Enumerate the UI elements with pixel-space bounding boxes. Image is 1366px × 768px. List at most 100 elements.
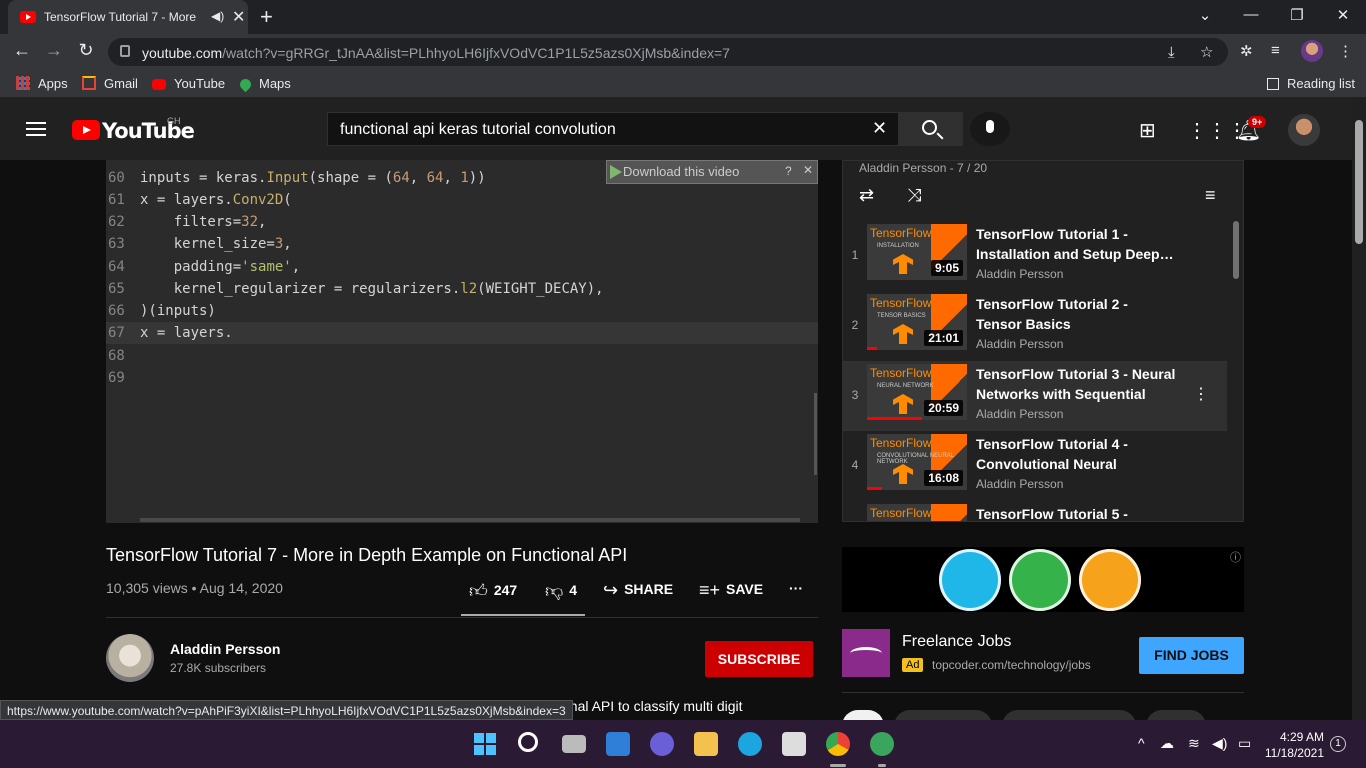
volume-icon[interactable]: ◀) bbox=[1212, 735, 1227, 752]
notification-count-badge[interactable]: 1 bbox=[1330, 736, 1346, 752]
install-icon[interactable]: ⤓ bbox=[1168, 44, 1175, 61]
playlist-scrollbar[interactable] bbox=[1233, 221, 1239, 279]
notification-badge: 9+ bbox=[1248, 116, 1267, 128]
ad-title[interactable]: Freelance Jobs bbox=[902, 633, 1011, 651]
search-input[interactable]: functional api keras tutorial convolutio… bbox=[327, 112, 899, 146]
playlist-item-hovered[interactable]: 3 TensorFlow NEURAL NETWORK 20:59 Tensor… bbox=[843, 361, 1227, 431]
search-button[interactable] bbox=[899, 112, 963, 146]
close-window-button[interactable]: ✕ bbox=[1333, 6, 1353, 24]
advertiser-logo[interactable] bbox=[842, 629, 890, 677]
bookmark-gmail[interactable]: Gmail bbox=[82, 76, 138, 91]
search-icon bbox=[922, 120, 937, 135]
shuffle-icon[interactable]: ⤨ bbox=[907, 185, 921, 206]
reading-list[interactable]: Reading list bbox=[1267, 76, 1355, 91]
bookmark-star-icon[interactable]: ☆ bbox=[1200, 43, 1213, 61]
windows-start-icon[interactable] bbox=[474, 733, 496, 755]
duration-badge: 20:59 bbox=[924, 400, 963, 416]
save-button[interactable]: ≡+ SAVE bbox=[699, 580, 763, 601]
playlist-item[interactable]: 2 TensorFlow TENSOR BASICS 21:01 TensorF… bbox=[843, 291, 1227, 361]
voice-search-button[interactable] bbox=[970, 112, 1010, 146]
video-player[interactable]: 60 inputs = keras.Input(shape = (64, 64, … bbox=[106, 160, 818, 523]
menu-kebab-icon[interactable]: ⋮ bbox=[1338, 42, 1353, 60]
edge-icon[interactable] bbox=[738, 732, 762, 756]
store-icon[interactable] bbox=[782, 732, 806, 756]
restore-button[interactable]: ❐ bbox=[1287, 6, 1307, 24]
lock-icon bbox=[120, 45, 130, 57]
search-icon[interactable] bbox=[518, 732, 538, 752]
playlist-item[interactable]: 1 TensorFlow INSTALLATION 9:05 TensorFlo… bbox=[843, 221, 1227, 291]
editor-vertical-scrollbar[interactable] bbox=[814, 393, 817, 475]
bookmark-maps[interactable]: Maps bbox=[237, 76, 291, 93]
playlist-item-channel: Aladdin Persson bbox=[976, 477, 1064, 491]
close-overlay-icon[interactable]: ✕ bbox=[803, 163, 813, 177]
channel-avatar[interactable] bbox=[106, 634, 154, 682]
tab-search-icon[interactable]: ⌄ bbox=[1195, 6, 1215, 24]
speaker-icon[interactable]: ◀) bbox=[211, 9, 224, 23]
playlist-item[interactable]: TensorFlow TensorFlow Tutorial 5 - Addin… bbox=[843, 501, 1227, 521]
tensorflow-logo-icon bbox=[893, 254, 913, 274]
playlist-item[interactable]: 4 TensorFlow CONVOLUTIONAL NEURAL NETWOR… bbox=[843, 431, 1227, 501]
ad-info-icon[interactable]: ⓘ bbox=[1230, 549, 1241, 565]
code-line: 69 bbox=[108, 370, 125, 386]
create-video-icon[interactable]: ⊞ bbox=[1139, 118, 1156, 143]
app-icon[interactable] bbox=[870, 732, 894, 756]
close-tab-icon[interactable]: ✕ bbox=[232, 7, 245, 27]
forward-icon[interactable]: → bbox=[42, 40, 66, 61]
taskbar-clock[interactable]: 4:29 AM 11/18/2021 bbox=[1264, 729, 1324, 761]
more-actions-icon[interactable]: ··· bbox=[789, 580, 803, 596]
minimize-button[interactable]: — bbox=[1241, 6, 1261, 23]
share-button[interactable]: ↪ SHARE bbox=[603, 580, 673, 601]
playlist-item-channel: Aladdin Persson bbox=[976, 267, 1064, 281]
file-explorer-icon[interactable] bbox=[694, 732, 718, 756]
media-control-icon[interactable]: ≡ bbox=[1271, 42, 1280, 59]
battery-icon[interactable]: ▭ bbox=[1238, 735, 1251, 752]
video-thumbnail: TensorFlow INSTALLATION 9:05 bbox=[867, 224, 967, 280]
code-line: 68 bbox=[108, 348, 125, 364]
extensions-icon[interactable]: ✲ bbox=[1240, 42, 1253, 60]
profile-avatar[interactable] bbox=[1301, 40, 1323, 62]
duration-badge: 21:01 bbox=[924, 330, 963, 346]
browser-toolbar: ← → ↻ youtube.com/watch?v=gRRGr_tJnAA&li… bbox=[0, 34, 1366, 70]
download-video-overlay[interactable]: Download this video ? ✕ bbox=[606, 160, 818, 184]
youtube-header: YouTube GH functional api keras tutorial… bbox=[0, 98, 1352, 160]
task-view-icon[interactable] bbox=[562, 735, 586, 753]
apps-grid-icon bbox=[16, 76, 30, 90]
chrome-icon[interactable] bbox=[826, 732, 850, 756]
playlist-header: Aladdin Persson - 7 / 20 bbox=[859, 161, 988, 175]
editor-horizontal-scrollbar[interactable] bbox=[140, 518, 800, 522]
tray-overflow-icon[interactable]: ^ bbox=[1138, 735, 1145, 751]
widgets-icon[interactable] bbox=[606, 732, 630, 756]
chat-icon[interactable] bbox=[650, 732, 674, 756]
scrollbar-thumb[interactable] bbox=[1355, 120, 1363, 244]
code-line: 65 kernel_regularizer = regularizers.l2(… bbox=[108, 281, 604, 297]
find-jobs-button[interactable]: FIND JOBS bbox=[1139, 637, 1244, 674]
code-line: 64 padding='same', bbox=[108, 259, 301, 275]
tensorflow-logo-icon bbox=[893, 394, 913, 414]
new-tab-button[interactable]: + bbox=[260, 4, 273, 30]
dislike-button[interactable]: 👎︎ 4 bbox=[545, 580, 577, 602]
bookmark-apps[interactable]: Apps bbox=[16, 76, 68, 91]
subscribe-button[interactable]: SUBSCRIBE bbox=[705, 641, 813, 677]
like-button[interactable]: 👍︎ 247 bbox=[469, 580, 517, 602]
settings-monitor-icon bbox=[1009, 549, 1071, 611]
user-avatar[interactable] bbox=[1288, 114, 1320, 146]
hamburger-menu-icon[interactable] bbox=[26, 122, 46, 136]
playlist-menu-icon[interactable]: ≡ bbox=[1205, 185, 1216, 206]
ad-badge: Ad bbox=[902, 658, 924, 672]
page-scrollbar[interactable] bbox=[1352, 98, 1366, 720]
help-icon[interactable]: ? bbox=[785, 164, 792, 178]
item-menu-icon[interactable]: ⋮ bbox=[1193, 384, 1209, 404]
clear-search-icon[interactable]: ✕ bbox=[872, 118, 887, 139]
wifi-icon[interactable]: ≋ bbox=[1188, 735, 1200, 752]
address-bar[interactable]: youtube.com/watch?v=gRRGr_tJnAA&list=PLh… bbox=[108, 38, 1228, 66]
bookmark-youtube[interactable]: YouTube bbox=[152, 76, 225, 91]
reload-icon[interactable]: ↻ bbox=[74, 40, 98, 61]
loop-icon[interactable]: ⇄ bbox=[859, 185, 874, 206]
browser-tab[interactable]: TensorFlow Tutorial 7 - More ◀) ✕ bbox=[8, 0, 248, 34]
watch-progress-bar bbox=[867, 487, 882, 490]
video-thumbnail: TensorFlow NEURAL NETWORK 20:59 bbox=[867, 364, 967, 420]
onedrive-icon[interactable]: ☁ bbox=[1160, 735, 1174, 752]
ad-banner-image[interactable]: ⓘ bbox=[842, 547, 1244, 612]
back-icon[interactable]: ← bbox=[10, 40, 34, 61]
channel-name[interactable]: Aladdin Persson bbox=[170, 641, 280, 657]
